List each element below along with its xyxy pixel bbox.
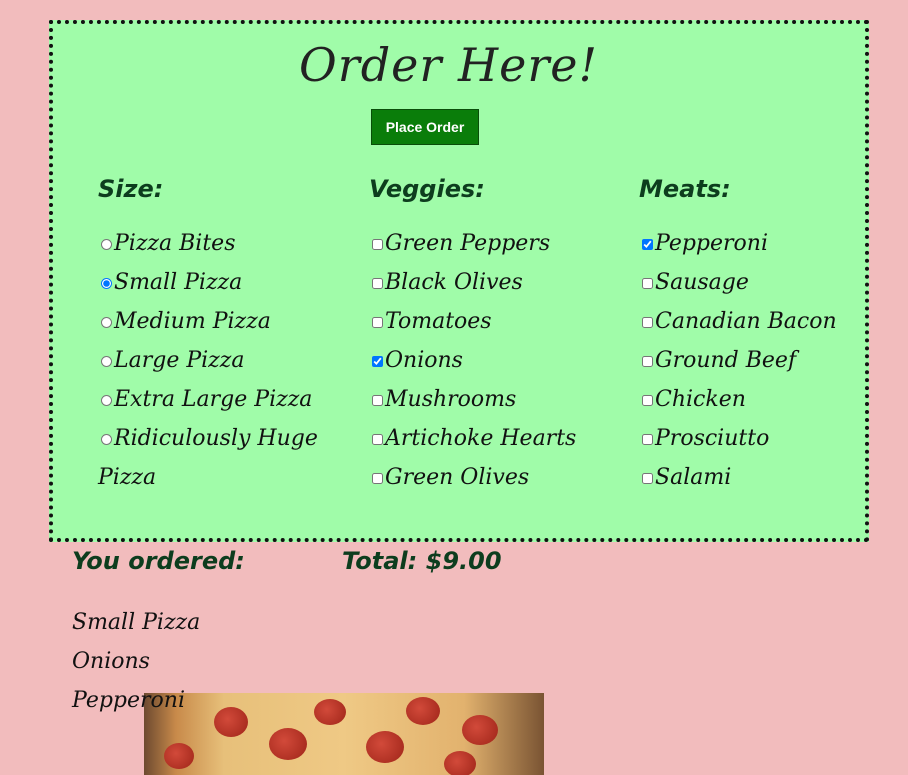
veggie-option-label: Onions xyxy=(385,348,463,373)
veggie-option-label: Mushrooms xyxy=(385,387,517,412)
page-title: Order Here! xyxy=(299,38,599,92)
veggie-option-artichoke-hearts[interactable]: Artichoke Hearts xyxy=(369,419,619,458)
veggie-option-label: Green Olives xyxy=(385,465,530,490)
pepperoni-slice xyxy=(462,715,498,745)
veggie-checkbox[interactable] xyxy=(372,316,383,328)
size-column: Size: Pizza Bites Small Pizza Medium Piz… xyxy=(98,174,348,497)
size-option-pizza-bites[interactable]: Pizza Bites xyxy=(98,224,348,263)
meat-option-label: Pepperoni xyxy=(655,231,768,256)
pepperoni-slice xyxy=(366,731,404,763)
you-ordered-heading: You ordered: xyxy=(72,547,245,575)
veggie-option-label: Tomatoes xyxy=(385,309,492,334)
pepperoni-slice xyxy=(444,751,476,775)
size-heading: Size: xyxy=(98,175,164,203)
meat-checkbox[interactable] xyxy=(642,277,653,289)
meat-option-pepperoni[interactable]: Pepperoni xyxy=(639,224,865,263)
meat-checkbox[interactable] xyxy=(642,472,653,484)
size-option-label: Pizza Bites xyxy=(114,231,236,256)
meat-checkbox[interactable] xyxy=(642,316,653,328)
size-option-label: Ridiculously Huge Pizza xyxy=(98,426,318,490)
size-option-label: Small Pizza xyxy=(114,270,243,295)
meat-checkbox[interactable] xyxy=(642,355,653,367)
veggies-column: Veggies: Green Peppers Black Olives Toma… xyxy=(369,174,619,497)
size-radio[interactable] xyxy=(101,355,112,367)
veggie-option-mushrooms[interactable]: Mushrooms xyxy=(369,380,619,419)
size-radio[interactable] xyxy=(101,316,112,328)
veggie-option-green-olives[interactable]: Green Olives xyxy=(369,458,619,497)
veggie-checkbox[interactable] xyxy=(372,277,383,289)
ordered-item: Small Pizza xyxy=(72,610,201,635)
meat-option-sausage[interactable]: Sausage xyxy=(639,263,865,302)
veggie-checkbox[interactable] xyxy=(372,433,383,445)
meat-option-canadian-bacon[interactable]: Canadian Bacon xyxy=(639,302,865,341)
veggie-option-tomatoes[interactable]: Tomatoes xyxy=(369,302,619,341)
pepperoni-slice xyxy=(269,728,307,760)
pepperoni-slice xyxy=(164,743,194,769)
size-option-label: Large Pizza xyxy=(114,348,245,373)
size-option-small-pizza[interactable]: Small Pizza xyxy=(98,263,348,302)
meats-column: Meats: Pepperoni Sausage Canadian Bacon … xyxy=(639,174,865,497)
size-radio[interactable] xyxy=(101,238,112,250)
meat-option-label: Chicken xyxy=(655,387,746,412)
ordered-item: Onions xyxy=(72,649,150,674)
veggie-option-label: Artichoke Hearts xyxy=(385,426,577,451)
order-form: Order Here! Place Order Size: Pizza Bite… xyxy=(49,20,869,542)
meat-option-salami[interactable]: Salami xyxy=(639,458,865,497)
veggie-checkbox[interactable] xyxy=(372,394,383,406)
order-total: Total: $9.00 xyxy=(342,547,502,575)
meat-option-prosciutto[interactable]: Prosciutto xyxy=(639,419,865,458)
ordered-item: Pepperoni xyxy=(72,688,185,713)
veggie-option-onions[interactable]: Onions xyxy=(369,341,619,380)
place-order-button[interactable]: Place Order xyxy=(371,109,479,145)
veggie-option-label: Black Olives xyxy=(385,270,523,295)
veggie-option-green-peppers[interactable]: Green Peppers xyxy=(369,224,619,263)
size-option-extra-large-pizza[interactable]: Extra Large Pizza xyxy=(98,380,348,419)
meats-heading: Meats: xyxy=(639,175,731,203)
veggie-checkbox[interactable] xyxy=(372,472,383,484)
veggie-checkbox[interactable] xyxy=(372,355,383,367)
size-option-label: Medium Pizza xyxy=(114,309,271,334)
pepperoni-slice xyxy=(314,699,346,725)
meat-checkbox[interactable] xyxy=(642,394,653,406)
size-radio[interactable] xyxy=(101,277,112,289)
veggies-heading: Veggies: xyxy=(369,175,485,203)
size-option-label: Extra Large Pizza xyxy=(114,387,313,412)
veggie-checkbox[interactable] xyxy=(372,238,383,250)
meat-option-label: Salami xyxy=(655,465,732,490)
meat-option-label: Canadian Bacon xyxy=(655,309,837,334)
veggie-option-label: Green Peppers xyxy=(385,231,551,256)
meat-option-chicken[interactable]: Chicken xyxy=(639,380,865,419)
meat-option-ground-beef[interactable]: Ground Beef xyxy=(639,341,865,380)
size-radio[interactable] xyxy=(101,433,112,445)
size-option-large-pizza[interactable]: Large Pizza xyxy=(98,341,348,380)
meat-option-label: Prosciutto xyxy=(655,426,770,451)
size-radio[interactable] xyxy=(101,394,112,406)
size-option-ridiculously-huge-pizza[interactable]: Ridiculously Huge Pizza xyxy=(98,419,348,497)
pizza-image xyxy=(144,693,544,775)
meat-option-label: Sausage xyxy=(655,270,749,295)
size-option-medium-pizza[interactable]: Medium Pizza xyxy=(98,302,348,341)
meat-checkbox[interactable] xyxy=(642,433,653,445)
meat-checkbox[interactable] xyxy=(642,238,653,250)
veggie-option-black-olives[interactable]: Black Olives xyxy=(369,263,619,302)
pepperoni-slice xyxy=(406,697,440,725)
ordered-items-list: Small Pizza Onions Pepperoni xyxy=(72,603,200,720)
pepperoni-slice xyxy=(214,707,248,737)
meat-option-label: Ground Beef xyxy=(655,348,797,373)
